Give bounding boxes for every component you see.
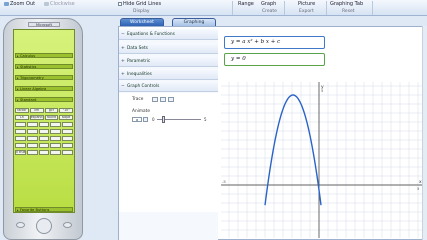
trace-prev-button[interactable] <box>160 97 166 102</box>
key[interactable]: "10" <box>59 108 73 113</box>
trace-label: Trace <box>132 97 144 102</box>
key[interactable] <box>50 129 62 134</box>
create-group-label: Create <box>262 9 277 14</box>
phone-buttons <box>16 216 72 238</box>
key[interactable] <box>26 150 38 155</box>
menu-favorite-buttons[interactable]: Favorite Buttons <box>15 207 73 212</box>
trace-toggle[interactable] <box>152 97 158 102</box>
calculator-screen: Calculus Statistics Trigonometry Linear … <box>13 29 75 213</box>
key[interactable]: round <box>44 115 59 120</box>
section-data-sets[interactable]: Data Sets <box>119 43 218 54</box>
display-group-label: Display <box>133 9 150 14</box>
ribbon-toolbar: Zoom Out Clockwise Hide Grid Lines Displ… <box>0 0 427 16</box>
key[interactable] <box>26 136 38 141</box>
tab-strip: Worksheet Graphing <box>120 18 420 26</box>
picture-button[interactable]: Picture <box>298 1 315 8</box>
key[interactable] <box>50 143 62 148</box>
left-soft-key[interactable] <box>16 222 25 228</box>
zoom-out-button[interactable]: Zoom Out <box>4 1 35 8</box>
key[interactable] <box>38 143 50 148</box>
key[interactable]: gcf <box>44 108 59 113</box>
brand-label: Microsoft <box>28 22 60 27</box>
key[interactable] <box>15 122 26 127</box>
menu-statistics[interactable]: Statistics <box>15 64 73 69</box>
key[interactable] <box>15 143 26 148</box>
key[interactable] <box>26 122 38 127</box>
zoom-out-icon <box>4 1 9 6</box>
hide-grid-checkbox[interactable]: Hide Grid Lines <box>118 1 161 8</box>
key[interactable] <box>38 122 50 127</box>
graph-canvas[interactable]: y x 5 -5 5 <box>221 82 425 238</box>
section-inequalities[interactable]: Inequalities <box>119 69 218 80</box>
checkbox-icon <box>118 1 122 6</box>
trace-next-button[interactable] <box>168 97 174 102</box>
equation-1[interactable]: y = a x² + b x + c <box>224 36 325 49</box>
reset-group-label: Reset <box>342 9 355 14</box>
key[interactable] <box>62 143 73 148</box>
tab-graphing[interactable]: Graphing <box>172 18 216 26</box>
key[interactable] <box>26 143 38 148</box>
key[interactable] <box>38 136 50 141</box>
key[interactable] <box>38 150 50 155</box>
key[interactable] <box>50 150 62 155</box>
key[interactable]: factor <box>15 108 29 113</box>
key[interactable] <box>62 136 73 141</box>
key[interactable] <box>38 129 50 134</box>
key[interactable]: x true <box>15 150 26 155</box>
menu-standard[interactable]: Standard <box>15 97 73 102</box>
vertical-scrollbar[interactable] <box>422 26 427 240</box>
animate-label: Animate <box>132 109 151 114</box>
graph-button[interactable]: Graph <box>261 1 276 8</box>
calculator-pane: Microsoft Calculus Statistics Trigonomet… <box>3 18 83 240</box>
section-graph-controls[interactable]: Graph Controls <box>119 81 218 92</box>
graph-background <box>221 82 425 238</box>
menu-calculus[interactable]: Calculus <box>15 53 73 58</box>
tick-label-x-neg: -5 <box>222 179 226 184</box>
key[interactable] <box>15 129 26 134</box>
key[interactable] <box>50 122 62 127</box>
rotate-icon <box>44 1 49 6</box>
graph-controls-body: Trace Animate a 0 5 <box>119 93 218 212</box>
key[interactable]: Ln <box>15 115 29 120</box>
export-group-label: Export <box>299 9 314 14</box>
divider <box>372 1 373 15</box>
slider-min-label: 0 <box>152 117 155 122</box>
tab-worksheet[interactable]: Worksheet <box>120 18 164 26</box>
divider <box>284 1 285 15</box>
graph-sidebar: Equations & Functions Data Sets Parametr… <box>119 29 218 240</box>
key-grid: factor lim gcf "10" Ln expand round slope x tr… <box>15 108 73 157</box>
key[interactable]: lim <box>29 108 44 113</box>
clockwise-button[interactable]: Clockwise <box>44 1 75 8</box>
dpad-button[interactable] <box>36 218 52 234</box>
key[interactable] <box>26 129 38 134</box>
animate-variable-select[interactable]: a <box>132 117 142 122</box>
key[interactable] <box>62 122 73 127</box>
slider-max-label: 5 <box>204 117 207 122</box>
key[interactable] <box>15 136 26 141</box>
key[interactable] <box>62 150 73 155</box>
right-soft-key[interactable] <box>63 222 72 228</box>
menu-linear-algebra[interactable]: Linear Algebra <box>15 86 73 91</box>
range-button[interactable]: Range <box>238 1 254 8</box>
key[interactable] <box>50 136 62 141</box>
divider <box>232 1 233 15</box>
key[interactable]: slope <box>59 115 73 120</box>
graphing-tab-button[interactable]: Graphing Tab <box>330 1 363 8</box>
animate-slider-thumb[interactable] <box>162 116 165 123</box>
section-equations[interactable]: Equations & Functions <box>119 29 218 40</box>
menu-trigonometry[interactable]: Trigonometry <box>15 75 73 80</box>
divider <box>326 1 327 15</box>
key[interactable]: expand <box>29 115 44 120</box>
section-parametric[interactable]: Parametric <box>119 56 218 67</box>
key[interactable] <box>62 129 73 134</box>
animate-play-button[interactable] <box>143 117 148 122</box>
equation-2[interactable]: y = 0 <box>224 53 325 66</box>
